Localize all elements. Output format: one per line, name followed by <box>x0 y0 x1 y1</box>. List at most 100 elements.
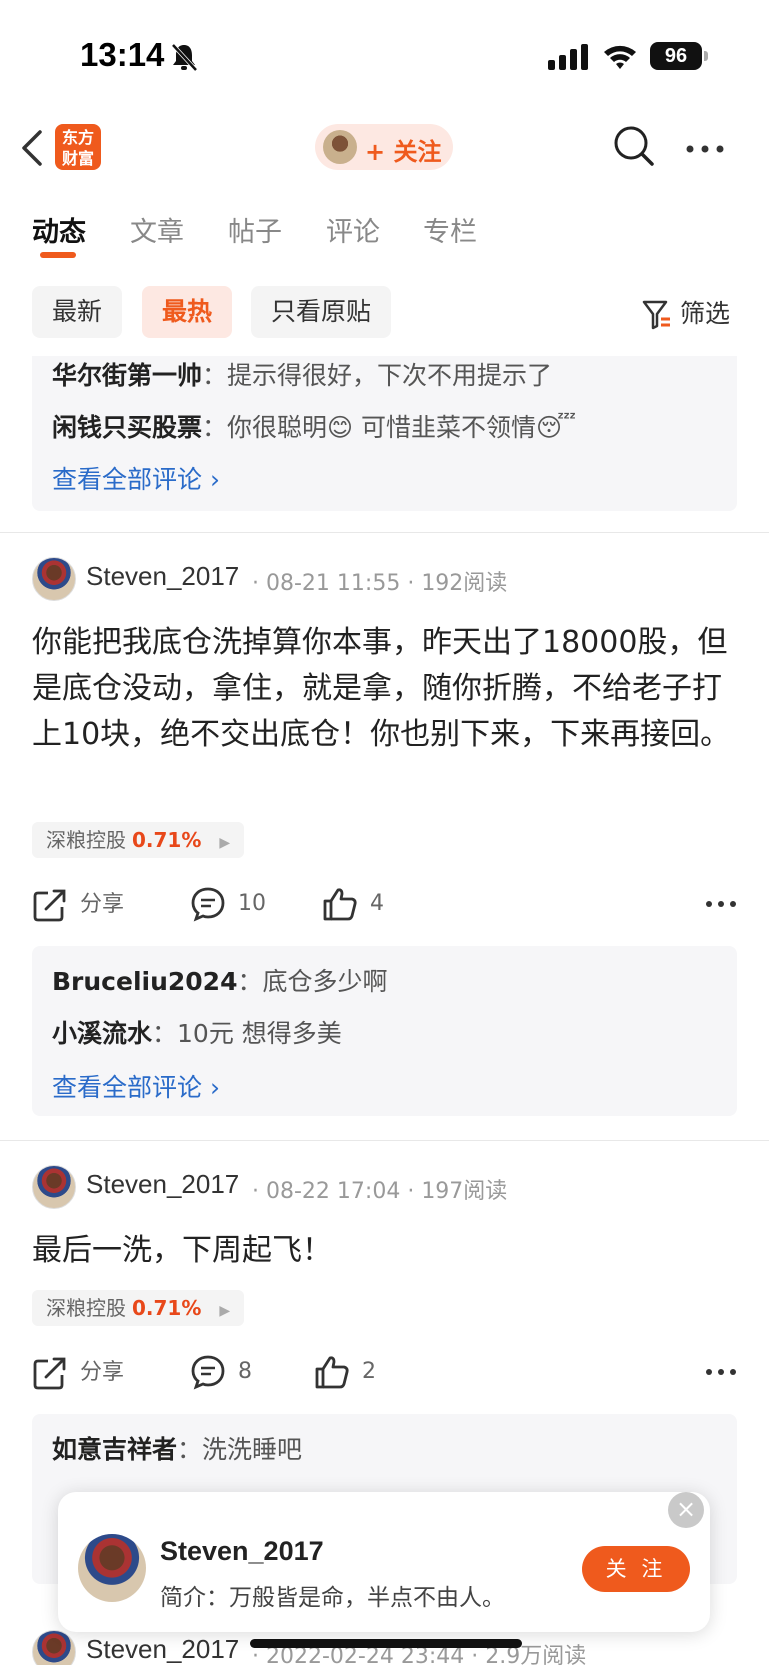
comment-user[interactable]: Bruceliu2024 <box>52 967 237 996</box>
filter-label: 筛选 <box>680 299 731 328</box>
caret-right-icon: ▶ <box>219 835 231 851</box>
wifi-icon <box>604 45 636 69</box>
comment-line[interactable]: 闲钱只买股票：你很聪明😊 可惜韭菜不领情😴 <box>52 408 576 444</box>
post-date: 08-22 17:04 <box>266 1179 401 1204</box>
tab-articles[interactable]: 文章 <box>130 210 184 249</box>
avatar[interactable] <box>78 1534 146 1602</box>
chip-original-only[interactable]: 只看原贴 <box>251 286 392 338</box>
card-bio: 简介：万般皆是命，半点不由人。 <box>160 1585 505 1611</box>
stock-change: 0.71% <box>132 828 202 852</box>
comment-text: 提示得很好，下次不用提示了 <box>227 361 553 390</box>
tab-comments[interactable]: 评论 <box>326 210 380 249</box>
back-chevron-icon[interactable] <box>18 126 48 170</box>
post-date: 08-21 11:55 <box>266 571 401 596</box>
comment-text: 你很聪明😊 可惜韭菜不领情😴 <box>227 413 577 442</box>
sort-filters: 最新 最热 只看原贴 筛选 <box>0 284 769 340</box>
view-all-comments-link[interactable]: 查看全部评论 › <box>52 1068 220 1104</box>
close-icon[interactable]: × <box>668 1492 704 1528</box>
tab-dynamics[interactable]: 动态 <box>32 210 86 249</box>
tab-posts[interactable]: 帖子 <box>228 210 282 249</box>
comment-text: 底仓多少啊 <box>262 967 388 996</box>
view-all-comments-link[interactable]: 查看全部评论 › <box>52 460 220 496</box>
caret-right-icon: ▶ <box>219 1303 231 1319</box>
divider <box>0 532 769 533</box>
follow-author-pill[interactable]: + 关注 <box>315 124 453 170</box>
avatar[interactable] <box>32 1630 76 1665</box>
comment-user[interactable]: 小溪流水 <box>52 1019 152 1048</box>
view-all-label: 查看全部评论 <box>52 1073 203 1102</box>
filter-button[interactable]: 筛选 <box>642 294 730 330</box>
battery-indicator: 96 <box>650 42 702 70</box>
post-header: Steven_2017 · 08-21 11:55 · 192阅读 <box>32 557 752 603</box>
comment-line[interactable]: 华尔街第一帅：提示得很好，下次不用提示了 <box>52 356 552 392</box>
chip-hottest[interactable]: 最热 <box>142 286 233 338</box>
share-button[interactable]: 分享 <box>32 1354 124 1391</box>
divider <box>0 1140 769 1141</box>
more-icon[interactable] <box>685 144 725 154</box>
status-time: 13:14 <box>80 36 165 73</box>
like-button[interactable]: 2 <box>314 1354 376 1390</box>
comment-count: 10 <box>238 891 266 916</box>
comment-button[interactable]: 10 <box>190 886 266 922</box>
content-tabs: 动态 文章 帖子 评论 专栏 <box>0 200 769 270</box>
comment-bubble-icon <box>191 1355 225 1390</box>
comment-line[interactable]: Bruceliu2024：底仓多少啊 <box>52 962 388 998</box>
post-meta: · 08-22 17:04 · 197阅读 <box>252 1179 508 1204</box>
read-count: 197阅读 <box>421 1179 508 1204</box>
brand-line1: 东方 <box>61 128 94 147</box>
share-label: 分享 <box>80 892 125 917</box>
like-count: 4 <box>370 891 384 916</box>
comment-user[interactable]: 如意吉祥者 <box>52 1435 177 1464</box>
follow-button[interactable]: 关 注 <box>582 1546 690 1592</box>
stock-name: 深粮控股 <box>46 1296 126 1320</box>
post-body[interactable]: 你能把我底仓洗掉算你本事，昨天出了18000股，但是底仓没动，拿住，就是拿，随你… <box>32 620 737 758</box>
bell-muted-icon <box>171 43 198 72</box>
status-bar: 13:14 96 <box>0 0 769 110</box>
author-name[interactable]: Steven_2017 <box>86 1169 239 1200</box>
view-all-label: 查看全部评论 <box>52 465 203 494</box>
read-count: 192阅读 <box>421 571 508 596</box>
eastmoney-logo[interactable]: 东方 财富 <box>55 124 101 170</box>
comment-user[interactable]: 华尔街第一帅 <box>52 361 202 390</box>
chip-newest[interactable]: 最新 <box>32 286 123 338</box>
avatar[interactable] <box>32 1165 76 1209</box>
active-tab-indicator <box>40 252 76 258</box>
comment-bubble-icon <box>191 887 225 922</box>
card-author-name[interactable]: Steven_2017 <box>160 1536 324 1567</box>
post-body[interactable]: 最后一洗，下周起飞！ <box>32 1228 737 1274</box>
stock-tag[interactable]: 深粮控股 0.71% ▶ <box>32 1290 245 1326</box>
comment-preview: Bruceliu2024：底仓多少啊 小溪流水：10元 想得多美 查看全部评论 … <box>32 946 737 1116</box>
author-name[interactable]: Steven_2017 <box>86 1634 239 1665</box>
top-nav: 东方 财富 + 关注 <box>0 110 769 190</box>
comment-user[interactable]: 闲钱只买股票 <box>52 413 202 442</box>
comment-text: 洗洗睡吧 <box>202 1435 303 1464</box>
post-actions: 分享 10 4 <box>32 880 737 930</box>
thumbs-up-icon <box>315 1356 349 1389</box>
like-count: 2 <box>362 1359 376 1384</box>
stock-tag[interactable]: 深粮控股 0.71% ▶ <box>32 822 245 858</box>
comment-button[interactable]: 8 <box>190 1354 252 1390</box>
comment-line[interactable]: 如意吉祥者：洗洗睡吧 <box>52 1430 302 1466</box>
home-indicator[interactable] <box>250 1639 522 1648</box>
avatar <box>323 130 357 164</box>
thumbs-up-icon <box>323 888 357 921</box>
search-icon[interactable] <box>612 124 656 168</box>
share-button[interactable]: 分享 <box>32 886 124 923</box>
author-name[interactable]: Steven_2017 <box>86 561 239 592</box>
like-button[interactable]: 4 <box>322 886 384 922</box>
share-icon <box>33 1357 66 1390</box>
stock-change: 0.71% <box>132 1296 202 1320</box>
comment-line[interactable]: 小溪流水：10元 想得多美 <box>52 1014 342 1050</box>
more-icon[interactable] <box>705 1368 737 1376</box>
share-label: 分享 <box>80 1360 125 1385</box>
author-profile-card: Steven_2017 简介：万般皆是命，半点不由人。 关 注 × <box>58 1492 710 1632</box>
follow-label: + 关注 <box>365 138 442 166</box>
post-meta: · 08-21 11:55 · 192阅读 <box>252 571 508 596</box>
tab-columns[interactable]: 专栏 <box>423 210 477 249</box>
post-actions: 分享 8 2 <box>32 1348 737 1398</box>
more-icon[interactable] <box>705 900 737 908</box>
funnel-icon <box>642 300 670 330</box>
comment-preview: 华尔街第一帅：提示得很好，下次不用提示了 闲钱只买股票：你很聪明😊 可惜韭菜不领… <box>32 356 737 511</box>
battery-tip <box>704 51 708 61</box>
avatar[interactable] <box>32 557 76 601</box>
